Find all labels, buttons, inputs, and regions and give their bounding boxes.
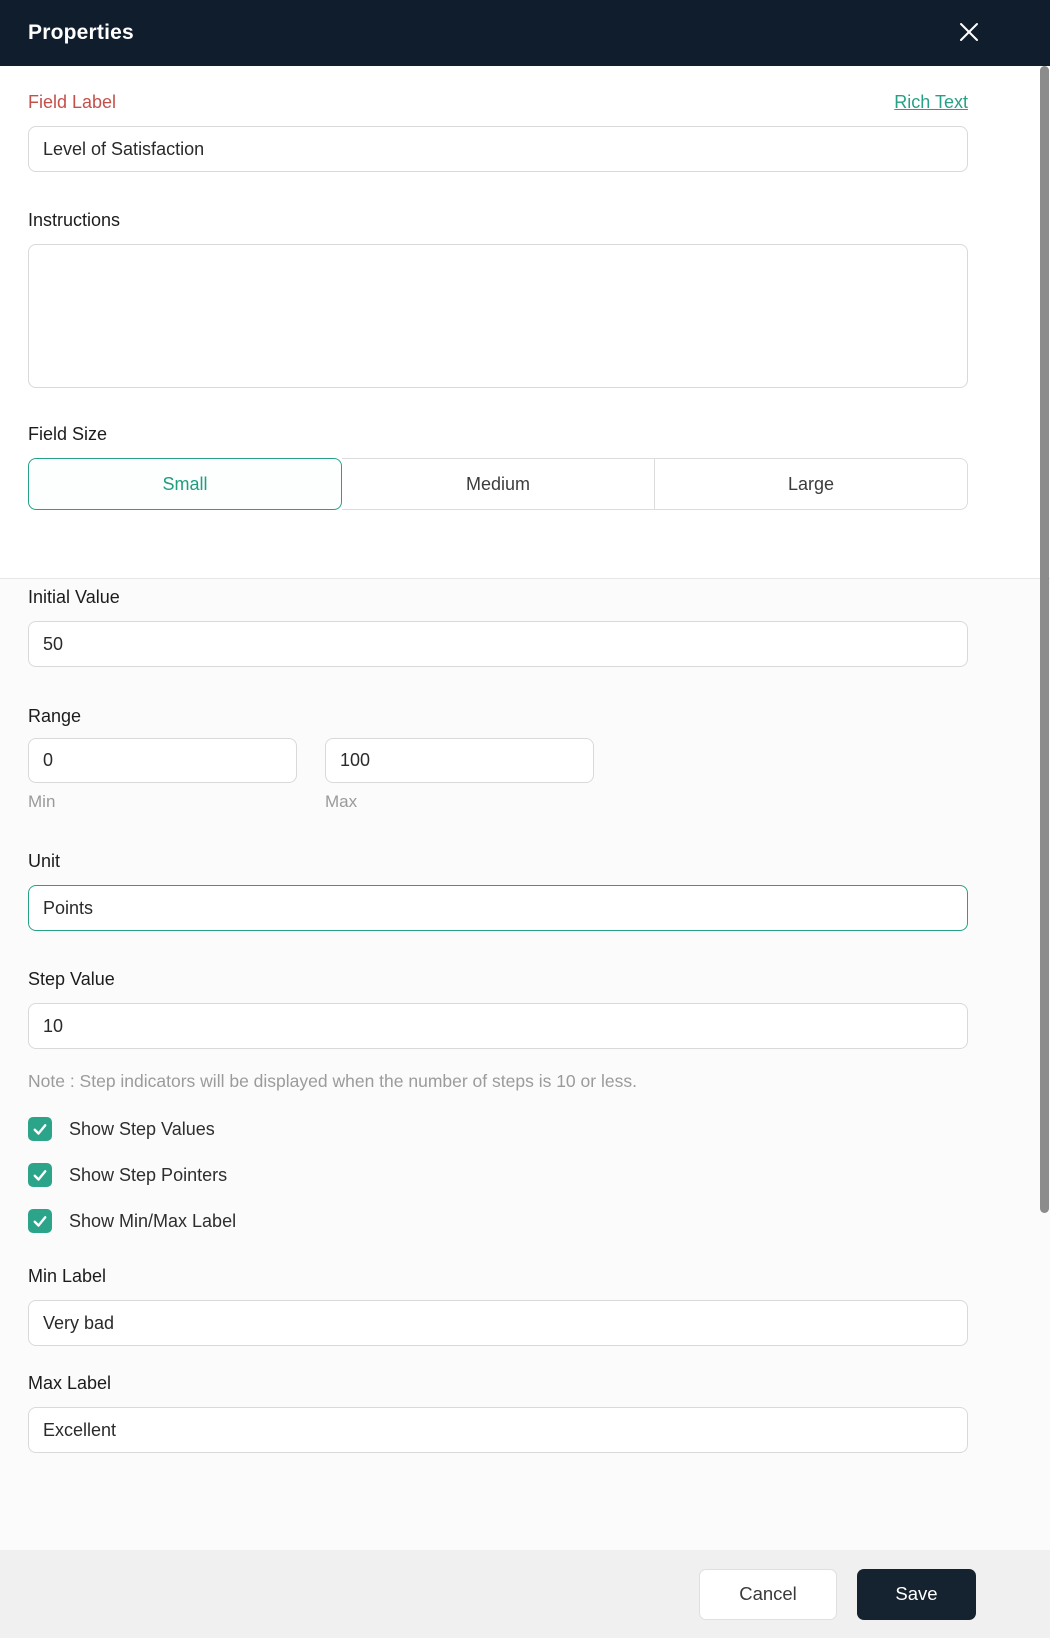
vertical-scrollbar[interactable]	[1040, 66, 1049, 1213]
checkbox-label: Show Step Pointers	[69, 1164, 228, 1185]
field-size-label: Field Size	[28, 424, 108, 444]
checkbox-checked-icon	[28, 1117, 52, 1141]
close-button[interactable]	[952, 16, 986, 50]
panel-content: Field Label Rich Text Instructions Field…	[0, 66, 1050, 1550]
checkbox-label: Show Step Values	[69, 1118, 215, 1139]
max-label-input[interactable]	[28, 1407, 968, 1453]
field-size-option-large[interactable]: Large	[655, 458, 968, 510]
section-slider-settings: Initial Value Range Min Max Unit Step Va…	[0, 578, 1050, 1550]
instructions-label: Instructions	[28, 210, 121, 230]
save-button[interactable]: Save	[857, 1568, 976, 1620]
field-size-option-medium[interactable]: Medium	[342, 458, 655, 510]
initial-value-label: Initial Value	[28, 587, 120, 607]
min-label-input[interactable]	[28, 1300, 968, 1346]
min-label-label: Min Label	[28, 1266, 107, 1286]
panel-footer: Cancel Save	[0, 1550, 1050, 1638]
close-icon	[956, 19, 982, 48]
show-minmax-label-checkbox[interactable]: Show Min/Max Label	[28, 1209, 968, 1233]
checkbox-checked-icon	[28, 1209, 52, 1233]
range-label: Range	[28, 706, 82, 726]
range-min-input[interactable]	[28, 738, 297, 783]
field-size-option-small[interactable]: Small	[28, 458, 342, 510]
properties-panel: Properties Field Label Rich Text Instruc…	[0, 0, 1050, 1638]
unit-label: Unit	[28, 851, 61, 871]
checkbox-label: Show Min/Max Label	[69, 1210, 237, 1231]
cancel-button[interactable]: Cancel	[699, 1568, 837, 1620]
max-label-label: Max Label	[28, 1373, 112, 1393]
field-size-segmented-control: Small Medium Large	[28, 458, 968, 510]
show-step-pointers-checkbox[interactable]: Show Step Pointers	[28, 1163, 968, 1187]
section-general: Field Label Rich Text Instructions Field…	[0, 66, 1050, 578]
range-max-input[interactable]	[325, 738, 594, 783]
checkbox-checked-icon	[28, 1163, 52, 1187]
range-max-caption: Max	[325, 792, 358, 811]
instructions-textarea[interactable]	[28, 244, 968, 388]
panel-header: Properties	[0, 0, 1050, 66]
panel-title: Properties	[28, 21, 134, 44]
unit-input[interactable]	[28, 885, 968, 931]
rich-text-link[interactable]: Rich Text	[894, 92, 968, 113]
field-label-label: Field Label	[28, 92, 117, 112]
range-min-caption: Min	[28, 792, 56, 811]
step-value-input[interactable]	[28, 1003, 968, 1049]
step-note: Note : Step indicators will be displayed…	[28, 1071, 637, 1091]
step-value-label: Step Value	[28, 969, 115, 989]
show-step-values-checkbox[interactable]: Show Step Values	[28, 1117, 968, 1141]
initial-value-input[interactable]	[28, 621, 968, 667]
field-label-input[interactable]	[28, 126, 968, 172]
